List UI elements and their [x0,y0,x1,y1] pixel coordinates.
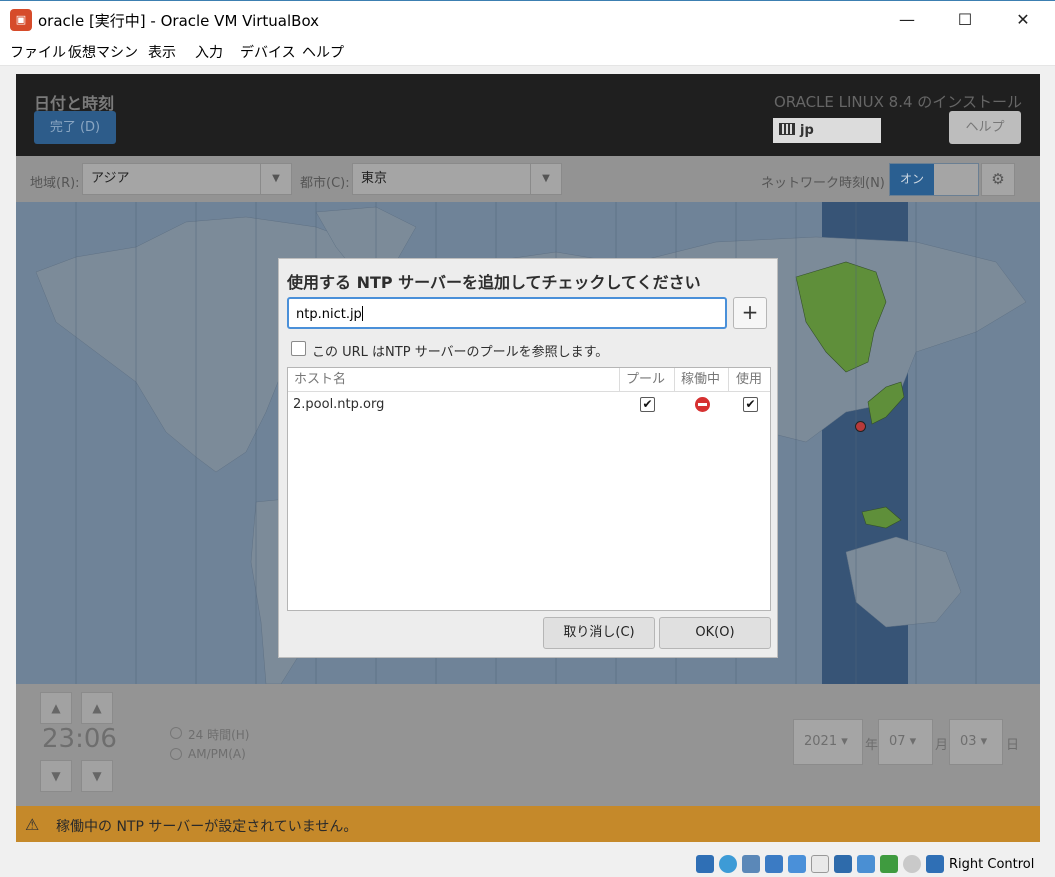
host-key-label: Right Control [949,857,1035,872]
hdd-icon[interactable] [696,855,714,873]
close-button[interactable]: ✕ [996,1,1050,38]
year-value: 2021 [804,734,838,749]
optical-icon[interactable] [719,855,737,873]
keyboard-icon [779,123,795,135]
region-select[interactable]: アジア ▼ [82,163,292,195]
format-24h-radio[interactable] [170,727,182,739]
format-24h-label: 24 時間(H) [188,728,250,742]
column-separator [674,368,675,392]
network-time-label: ネットワーク時刻(N) [761,176,885,191]
use-check[interactable]: ✔ [743,397,758,412]
region-value: アジア [91,171,130,186]
timezone-toolbar: 地域(R): アジア ▼ 都市(C): 東京 ▼ ネットワーク時刻(N) オン ⚙ [16,156,1040,202]
location-pin [855,421,866,432]
city-value: 東京 [361,171,388,186]
done-button[interactable]: 完了 (D) [34,111,116,144]
minimize-button[interactable]: — [880,1,934,38]
menu-devices[interactable]: デバイス [240,42,296,62]
format-ampm-radio[interactable] [170,748,182,760]
maximize-button[interactable]: ☐ [938,1,992,38]
virtualbox-icon: ▣ [10,9,32,31]
chevron-down-icon: ▼ [530,164,561,194]
format-ampm-label: AM/PM(A) [188,747,246,761]
recording-icon[interactable] [857,855,875,873]
dialog-heading: 使用する NTP サーバーを追加してチェックしてください [287,273,701,292]
month-sep: 月 [935,738,949,753]
mouse-integration-icon[interactable] [880,855,898,873]
arrow-icon[interactable] [926,855,944,873]
add-server-button[interactable]: + [733,297,767,329]
city-label: 都市(C): [300,176,350,191]
warning-text: 稼働中の NTP サーバーが設定されていません。 [56,819,358,835]
ok-button[interactable]: OK(O) [659,617,771,649]
display-icon[interactable] [834,855,852,873]
column-header-use[interactable]: 使用 [736,368,762,392]
ntp-server-input[interactable]: ntp.nict.jp [287,297,727,329]
month-value: 07 [889,734,906,749]
menu-help[interactable]: ヘルプ [302,42,344,62]
month-select[interactable]: 07 ▾ [878,719,933,765]
window-title: oracle [実行中] - Oracle VM VirtualBox [38,12,320,30]
menu-input[interactable]: 入力 [195,42,223,62]
hour-up-button[interactable]: ▲ [40,692,72,724]
menu-file[interactable]: ファイル [10,42,66,62]
network-time-toggle[interactable]: オン [889,163,979,196]
cancel-button[interactable]: 取り消し(C) [543,617,655,649]
vm-statusbar: Right Control [0,847,1055,877]
region-label: 地域(R): [30,176,80,191]
menu-machine[interactable]: 仮想マシン [68,42,138,62]
pool-checkbox-label: この URL はNTP サーバーのプールを参照します。 [312,345,609,360]
keyboard-layout-indicator[interactable]: jp [773,118,881,143]
pool-check[interactable]: ✔ [640,397,655,412]
keyboard-layout-label: jp [800,123,814,138]
menu-bar: ファイル 仮想マシン 表示 入力 デバイス ヘルプ [0,38,1055,66]
year-select[interactable]: 2021 ▾ [793,719,863,765]
table-row[interactable]: 2.pool.ntp.org ✔ ✔ [288,393,770,415]
help-button[interactable]: ヘルプ [949,111,1021,144]
cpu-icon[interactable] [903,855,921,873]
not-working-icon [695,397,710,412]
installer-header: 日付と時刻 完了 (D) ORACLE LINUX 8.4 のインストール jp… [16,74,1040,156]
minute-down-button[interactable]: ▼ [81,760,113,792]
warning-icon: ⚠ [25,815,40,834]
column-separator [619,368,620,392]
column-header-working[interactable]: 稼働中 [681,368,720,392]
hour-down-button[interactable]: ▼ [40,760,72,792]
day-sep: 日 [1006,738,1020,753]
year-sep: 年 [865,738,879,753]
audio-icon[interactable] [742,855,760,873]
minute-up-button[interactable]: ▲ [81,692,113,724]
shared-folder-icon[interactable] [811,855,829,873]
time-date-controls: ▲ ▲ 23:06 ▼ ▼ 24 時間(H) AM/PM(A) 2021 ▾ 年… [16,684,1040,806]
time-display: 23:06 [42,724,117,754]
pool-checkbox[interactable] [291,341,306,356]
server-host: 2.pool.ntp.org [293,397,385,412]
day-select[interactable]: 03 ▾ [949,719,1003,765]
usb-icon[interactable] [788,855,806,873]
network-icon[interactable] [765,855,783,873]
ntp-server-table: ホスト名 プール 稼働中 使用 2.pool.ntp.org ✔ ✔ [287,367,771,611]
city-select[interactable]: 東京 ▼ [352,163,562,195]
column-header-host[interactable]: ホスト名 [294,368,346,392]
ntp-server-input-value: ntp.nict.jp [296,307,362,322]
menu-view[interactable]: 表示 [148,42,176,62]
product-title: ORACLE LINUX 8.4 のインストール [773,93,1022,111]
chevron-down-icon: ▼ [260,164,291,194]
window-titlebar[interactable]: ▣ oracle [実行中] - Oracle VM VirtualBox — … [0,0,1055,38]
warning-bar[interactable]: ⚠ 稼働中の NTP サーバーが設定されていません。 [16,806,1040,842]
toggle-on-label: オン [890,164,934,195]
ntp-dialog: 使用する NTP サーバーを追加してチェックしてください ntp.nict.jp… [278,258,778,658]
column-header-pool[interactable]: プール [626,368,665,392]
column-separator [728,368,729,392]
gear-icon[interactable]: ⚙ [981,163,1015,196]
day-value: 03 [960,734,977,749]
